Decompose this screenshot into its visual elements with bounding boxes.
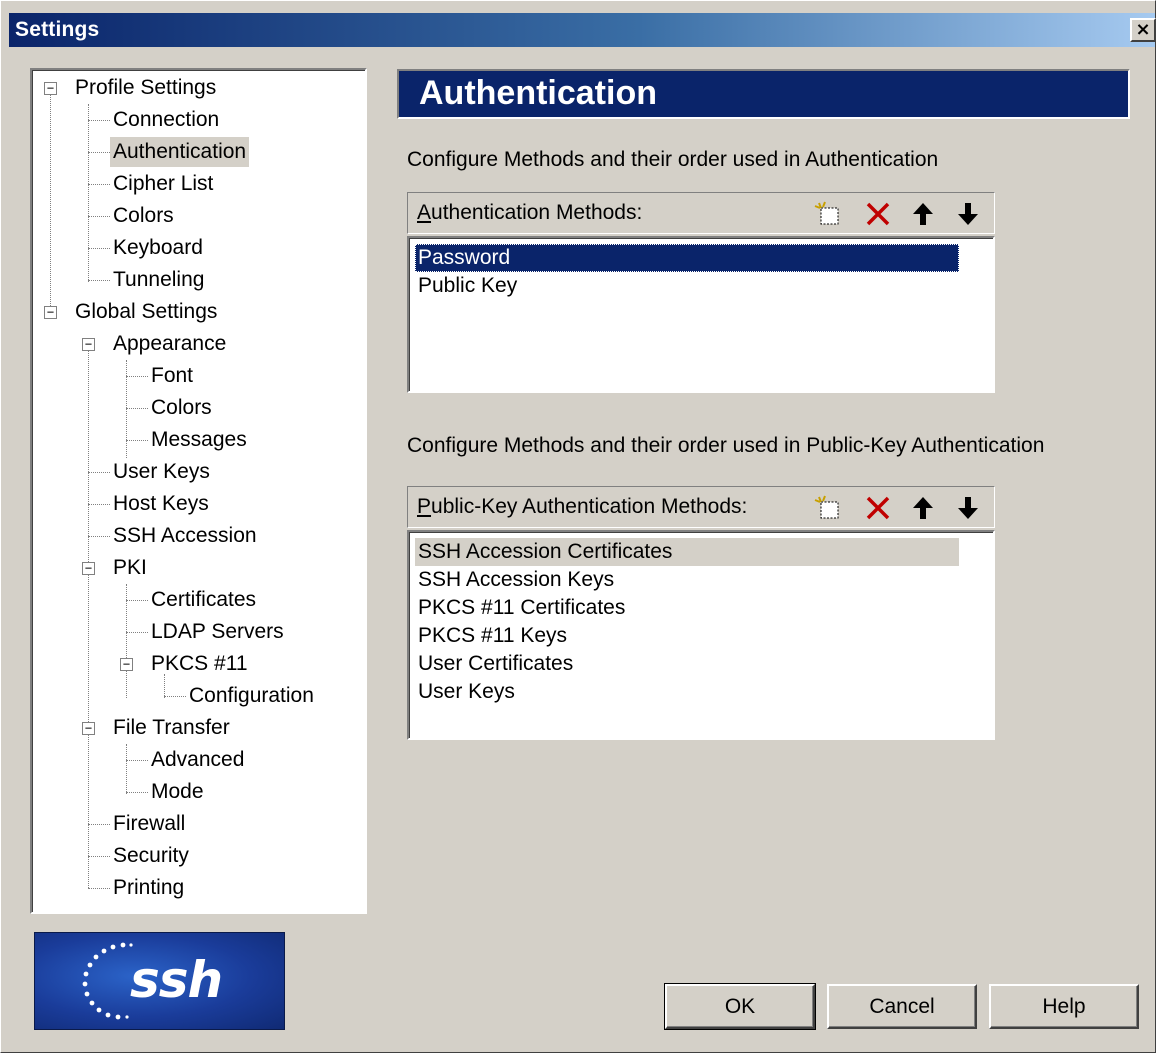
tree-item-profile-settings[interactable]: Profile Settings xyxy=(72,73,219,103)
tree-item-connection[interactable]: Connection xyxy=(110,105,222,135)
tree-item-keyboard[interactable]: Keyboard xyxy=(110,233,206,263)
tree-item-mode[interactable]: Mode xyxy=(148,777,207,807)
pk-methods-label: Public-Key Authentication Methods: xyxy=(417,495,748,518)
move-down-icon[interactable] xyxy=(952,493,984,523)
pk-methods-header: Public-Key Authentication Methods: xyxy=(407,486,995,528)
list-item-pkcs11-keys[interactable]: PKCS #11 Keys xyxy=(415,622,959,650)
new-item-icon[interactable] xyxy=(812,493,844,523)
list-item-ssh-accession-certificates[interactable]: SSH Accession Certificates xyxy=(415,538,959,566)
delete-icon[interactable] xyxy=(862,493,894,523)
list-item-ssh-accession-keys[interactable]: SSH Accession Keys xyxy=(415,566,959,594)
tree-item-security[interactable]: Security xyxy=(110,841,192,871)
tree-item-cipher-list[interactable]: Cipher List xyxy=(110,169,216,199)
tree-item-firewall[interactable]: Firewall xyxy=(110,809,188,839)
settings-dialog: Settings × − − − − − − Profile Settings … xyxy=(0,0,1156,1053)
tree-item-tunneling[interactable]: Tunneling xyxy=(110,265,207,295)
tree-item-pki[interactable]: PKI xyxy=(110,553,150,583)
title-bar[interactable]: Settings × xyxy=(9,13,1156,47)
collapse-icon[interactable]: − xyxy=(82,562,95,575)
settings-tree[interactable]: − − − − − − Profile Settings Connection … xyxy=(30,68,367,914)
auth-caption: Configure Methods and their order used i… xyxy=(407,148,939,171)
tree-item-global-settings[interactable]: Global Settings xyxy=(72,297,220,327)
tree-item-ssh-accession[interactable]: SSH Accession xyxy=(110,521,260,551)
tree-item-appearance[interactable]: Appearance xyxy=(110,329,229,359)
tree-item-printing[interactable]: Printing xyxy=(110,873,187,903)
tree-item-messages[interactable]: Messages xyxy=(148,425,250,455)
tree-item-colors[interactable]: Colors xyxy=(110,201,177,231)
tree-item-pkcs11[interactable]: PKCS #11 xyxy=(148,649,251,679)
tree-item-configuration[interactable]: Configuration xyxy=(186,681,317,711)
cancel-button[interactable]: Cancel xyxy=(827,984,977,1029)
auth-methods-group: Authentication Methods: Password Public … xyxy=(407,192,995,393)
collapse-icon[interactable]: − xyxy=(44,82,57,95)
logo-text: ssh xyxy=(130,951,223,1009)
new-item-icon[interactable] xyxy=(812,199,844,229)
auth-methods-list[interactable]: Password Public Key xyxy=(407,236,995,393)
list-item-password[interactable]: Password xyxy=(415,244,959,272)
list-item-pkcs11-certificates[interactable]: PKCS #11 Certificates xyxy=(415,594,959,622)
ssh-logo: ssh xyxy=(34,932,285,1030)
list-item-user-keys[interactable]: User Keys xyxy=(415,678,959,706)
tree-item-ldap-servers[interactable]: LDAP Servers xyxy=(148,617,287,647)
move-up-icon[interactable] xyxy=(907,199,939,229)
tree-item-authentication[interactable]: Authentication xyxy=(110,137,250,167)
page-header: Authentication xyxy=(397,69,1130,119)
collapse-icon[interactable]: − xyxy=(82,338,95,351)
tree-item-advanced[interactable]: Advanced xyxy=(148,745,247,775)
auth-methods-header: Authentication Methods: xyxy=(407,192,995,234)
pk-methods-group: Public-Key Authentication Methods: SSH A… xyxy=(407,486,995,740)
tree-item-host-keys[interactable]: Host Keys xyxy=(110,489,212,519)
tree-item-file-transfer[interactable]: File Transfer xyxy=(110,713,233,743)
delete-icon[interactable] xyxy=(862,199,894,229)
collapse-icon[interactable]: − xyxy=(82,722,95,735)
pk-caption: Configure Methods and their order used i… xyxy=(407,434,1045,457)
move-up-icon[interactable] xyxy=(907,493,939,523)
pk-methods-list[interactable]: SSH Accession Certificates SSH Accession… xyxy=(407,530,995,740)
page-title: Authentication xyxy=(419,74,657,112)
tree-item-appearance-colors[interactable]: Colors xyxy=(148,393,215,423)
move-down-icon[interactable] xyxy=(952,199,984,229)
window-title: Settings xyxy=(15,18,100,41)
collapse-icon[interactable]: − xyxy=(120,658,133,671)
auth-methods-label: Authentication Methods: xyxy=(417,201,643,224)
list-item-public-key[interactable]: Public Key xyxy=(415,272,959,300)
help-button[interactable]: Help xyxy=(989,984,1139,1029)
close-button[interactable]: × xyxy=(1130,18,1156,42)
tree-item-user-keys[interactable]: User Keys xyxy=(110,457,213,487)
tree-item-font[interactable]: Font xyxy=(148,361,196,391)
list-item-user-certificates[interactable]: User Certificates xyxy=(415,650,959,678)
ok-button[interactable]: OK xyxy=(664,983,816,1030)
collapse-icon[interactable]: − xyxy=(44,306,57,319)
tree-item-certificates[interactable]: Certificates xyxy=(148,585,259,615)
